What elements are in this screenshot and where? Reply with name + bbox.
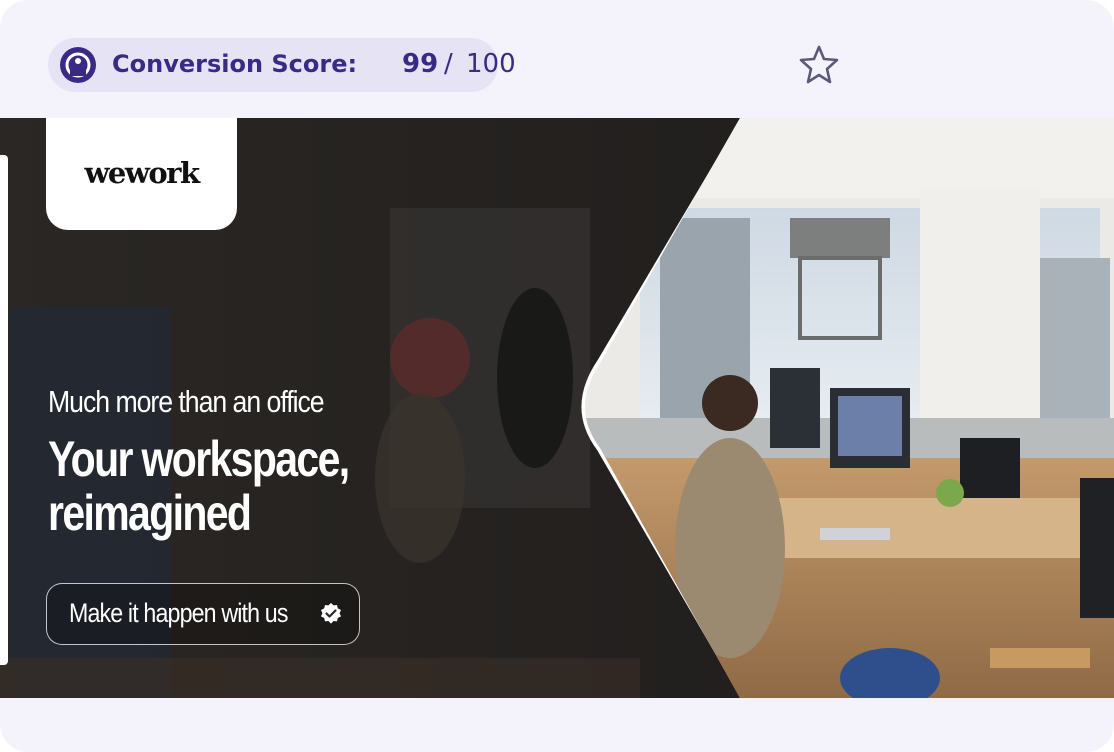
brand-wordmark: wework <box>84 156 200 190</box>
conversion-score-badge: Conversion Score: 99 / 100 <box>48 38 516 92</box>
ad-tagline: Much more than an office <box>48 384 325 419</box>
score-label: Conversion Score: <box>112 50 358 78</box>
verified-check-icon <box>321 603 341 624</box>
cta-label: Make it happen with us <box>69 598 288 628</box>
brand-logo: wework <box>46 118 237 230</box>
cta-button[interactable]: Make it happen with us <box>46 583 360 645</box>
gauge-icon <box>60 47 96 83</box>
ad-banner: wework Much more than an office Your wor… <box>0 118 1114 698</box>
score-separator: / <box>444 49 453 79</box>
score-value: 99 <box>402 49 439 79</box>
carousel-edge <box>0 155 8 665</box>
ad-preview-card: Conversion Score: 99 / 100 wework Much m… <box>0 0 1114 752</box>
ad-headline: Your workspace, reimagined <box>48 431 350 541</box>
score-max: 100 <box>466 49 516 79</box>
star-icon[interactable] <box>798 44 840 84</box>
